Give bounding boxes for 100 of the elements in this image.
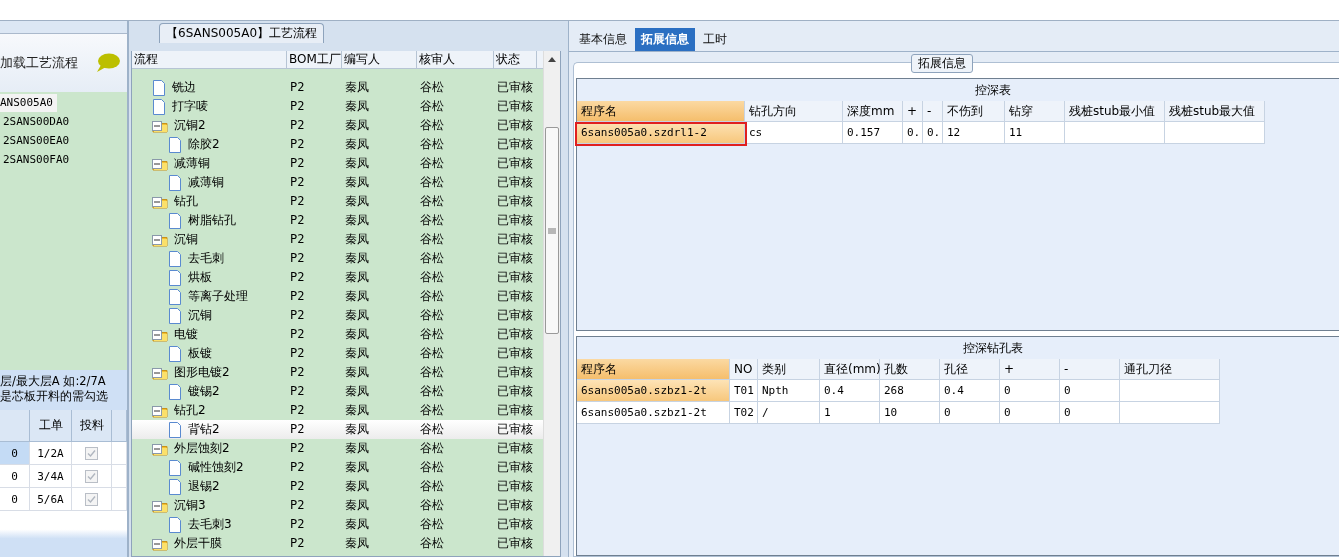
table-cell-text: 谷松 (419, 478, 445, 495)
table-cell-text: 已审核 (496, 174, 534, 191)
table-cell-text: 已审核 (496, 459, 534, 476)
column-header: + (903, 101, 923, 122)
speech-bubble-icon (95, 53, 121, 73)
step-name: 去毛刺3 (187, 516, 232, 533)
table-cell: 0 (0, 488, 30, 511)
column-header: NO (730, 358, 758, 380)
table-cell-text: 谷松 (419, 402, 445, 419)
table-cell-text: 秦凤 (344, 231, 370, 248)
document-icon (168, 421, 182, 438)
scrollbar-thumb[interactable] (545, 127, 559, 334)
table-cell-text: 秦凤 (344, 193, 370, 210)
table-cell: 0 (1000, 379, 1060, 402)
table-cell-text: 谷松 (419, 535, 445, 552)
table-cell: 0.4 (940, 379, 1000, 402)
column-header: 核审人 (417, 51, 494, 68)
column-header: 残桩stub最小值 (1065, 101, 1165, 122)
step-name: 钻孔2 (173, 402, 206, 419)
collapse-icon[interactable] (152, 330, 162, 340)
table-cell-text: 谷松 (419, 345, 445, 362)
column-header: 孔数 (880, 358, 940, 380)
table-cell-text: 秦凤 (344, 440, 370, 457)
step-name: 镀锡2 (187, 383, 220, 400)
checkbox[interactable] (85, 469, 98, 483)
table-cell-text: 谷松 (419, 516, 445, 533)
table-cell: 10 (880, 401, 940, 424)
collapse-icon[interactable] (152, 406, 162, 416)
table-cell-text: 已审核 (496, 193, 534, 210)
table-cell: 6sans005a0.szdrl1-2 (577, 122, 745, 144)
column-header: BOM工厂 (287, 51, 342, 68)
step-name: 外层蚀刻2 (173, 440, 230, 457)
tab[interactable]: 基本信息 (573, 28, 633, 51)
step-name: 打字唛 (171, 98, 208, 115)
collapse-icon[interactable] (152, 444, 162, 454)
table-cell-text: P2 (289, 516, 306, 533)
collapse-icon[interactable] (152, 197, 162, 207)
table-cell-text: 已审核 (496, 212, 534, 229)
table-cell-text: 谷松 (419, 79, 445, 96)
tab[interactable]: 拓展信息 (635, 28, 695, 51)
step-name: 图形电镀2 (173, 364, 230, 381)
table-cell-text: 秦凤 (344, 174, 370, 191)
table-cell-text: 谷松 (419, 155, 445, 172)
table-cell-text: 已审核 (496, 421, 534, 438)
tab[interactable]: 工时 (697, 28, 733, 51)
table-cell-text: P2 (289, 288, 306, 305)
table-cell: 6sans005a0.szbz1-2t (577, 379, 730, 402)
step-name: 钻孔 (173, 193, 198, 210)
document-icon (168, 269, 182, 286)
table-cell-text: P2 (289, 231, 306, 248)
table-cell-text: 谷松 (419, 364, 445, 381)
collapse-icon[interactable] (152, 121, 162, 131)
column-header: 编写人 (342, 51, 417, 68)
table-cell-text: 已审核 (496, 364, 534, 381)
table-cell-text: P2 (289, 440, 306, 457)
table-cell-text: 秦凤 (344, 497, 370, 514)
table-cell-text: 已审核 (496, 383, 534, 400)
table-cell-text: 秦凤 (344, 326, 370, 343)
table-cell-text: 已审核 (496, 516, 534, 533)
table-cell: 0 (940, 401, 1000, 424)
list-item[interactable]: 2SANS00EA0 (0, 132, 74, 150)
table-cell-text: 谷松 (419, 212, 445, 229)
column-header: 钻孔方向 (745, 101, 843, 122)
document-icon (168, 345, 182, 362)
document-icon (152, 79, 166, 96)
checkbox[interactable] (85, 446, 98, 460)
column-header: 钻穿 (1005, 101, 1065, 122)
collapse-icon[interactable] (152, 235, 162, 245)
table-cell-text: 秦凤 (344, 250, 370, 267)
table-cell: 0.157 (843, 122, 903, 144)
table-cell-text: P2 (289, 421, 306, 438)
table-cell-text: 已审核 (496, 231, 534, 248)
table-cell-text: P2 (289, 402, 306, 419)
table-cell-text: 秦凤 (344, 155, 370, 172)
column-header: 流程 (132, 51, 287, 68)
tree-row[interactable]: 背钻2 P2 秦凤 谷松 已审核 (132, 420, 543, 439)
table-cell: / (758, 401, 820, 424)
step-name: 烘板 (187, 269, 212, 286)
collapse-icon[interactable] (152, 501, 162, 511)
table-cell-text: 秦凤 (344, 79, 370, 96)
scroll-up-icon[interactable] (547, 55, 557, 63)
list-item[interactable]: ANS005A0 (0, 94, 57, 112)
step-name: 电镀 (173, 326, 198, 343)
table-cell-text: P2 (289, 193, 306, 210)
group-title: 拓展信息 (910, 54, 973, 73)
checkbox[interactable] (85, 492, 98, 506)
collapse-icon[interactable] (152, 368, 162, 378)
step-name: 外层干膜 (173, 535, 222, 552)
list-item[interactable]: 2SANS00FA0 (0, 151, 74, 169)
table-cell-text: 秦凤 (344, 383, 370, 400)
document-icon (168, 288, 182, 305)
table-cell: 1 (820, 401, 880, 424)
document-icon (168, 478, 182, 495)
column-header: + (1000, 358, 1060, 380)
collapse-icon[interactable] (152, 539, 162, 549)
collapse-icon[interactable] (152, 159, 162, 169)
document-icon (168, 174, 182, 191)
table-cell-text: 秦凤 (344, 402, 370, 419)
step-name: 铣边 (171, 79, 196, 96)
list-item[interactable]: 2SANS00DA0 (0, 113, 74, 131)
